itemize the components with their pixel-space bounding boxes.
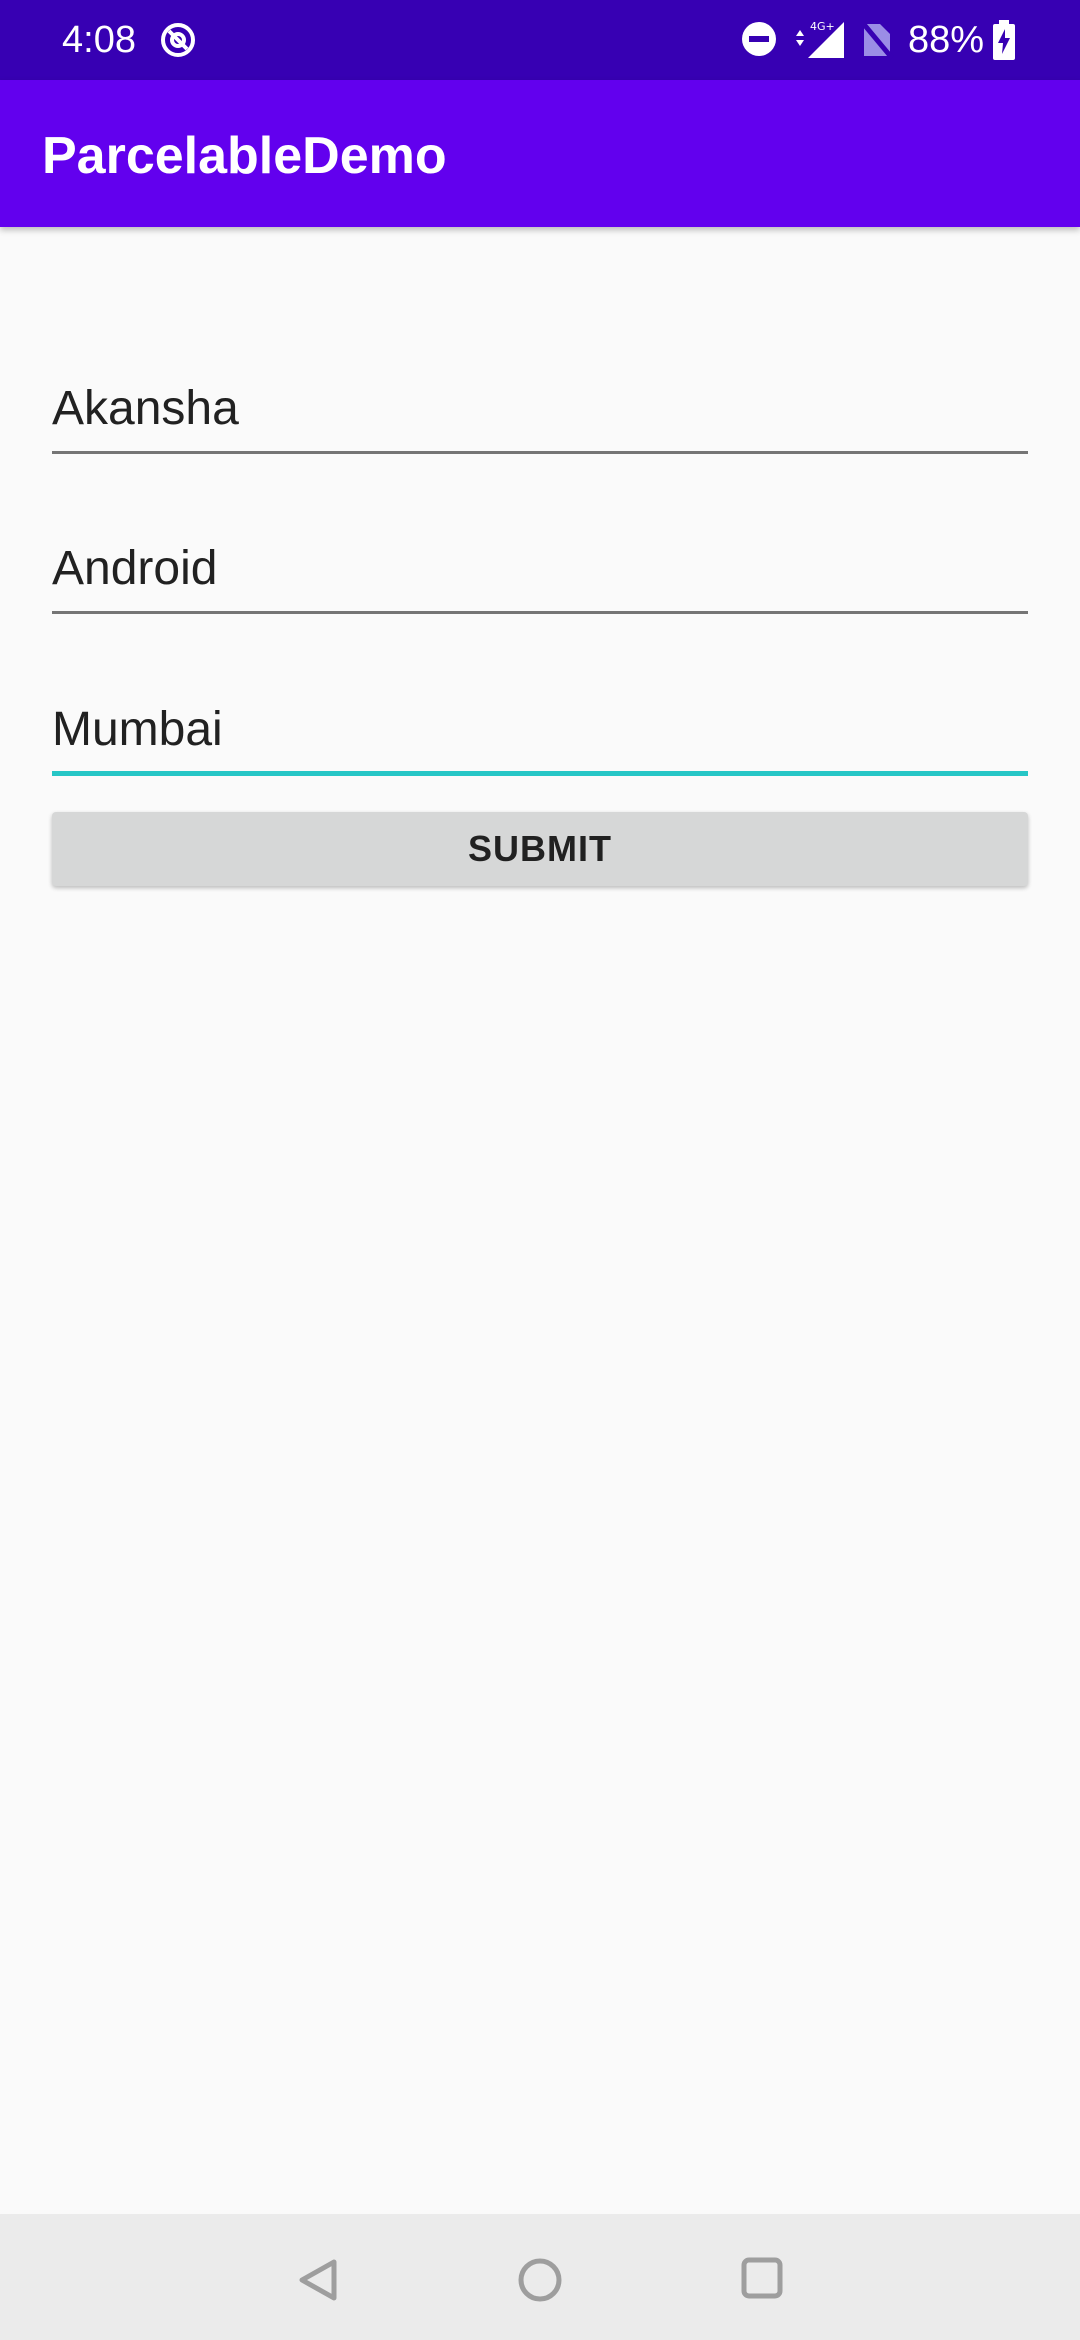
app-bar: ParcelableDemo — [0, 80, 1080, 227]
no-sim-icon — [860, 20, 894, 60]
home-icon[interactable] — [516, 2256, 564, 2304]
signal-icon: 4G+ — [796, 20, 844, 58]
status-time: 4:08 — [62, 19, 136, 61]
city-field[interactable] — [52, 696, 1028, 776]
submit-button[interactable]: SUBMIT — [52, 812, 1028, 886]
course-field[interactable] — [52, 534, 1028, 614]
back-icon[interactable] — [296, 2256, 340, 2304]
data-saver-icon — [161, 23, 195, 57]
status-bar: 4:08 4G+ 88% — [0, 0, 1080, 80]
battery-charging-icon — [993, 20, 1015, 60]
app-title: ParcelableDemo — [42, 127, 447, 185]
do-not-disturb-icon — [742, 22, 776, 56]
svg-text:4G+: 4G+ — [810, 20, 835, 33]
recents-icon[interactable] — [740, 2256, 784, 2300]
name-field[interactable] — [52, 374, 1028, 454]
navigation-bar — [0, 2214, 1080, 2340]
battery-percent: 88% — [908, 19, 985, 61]
